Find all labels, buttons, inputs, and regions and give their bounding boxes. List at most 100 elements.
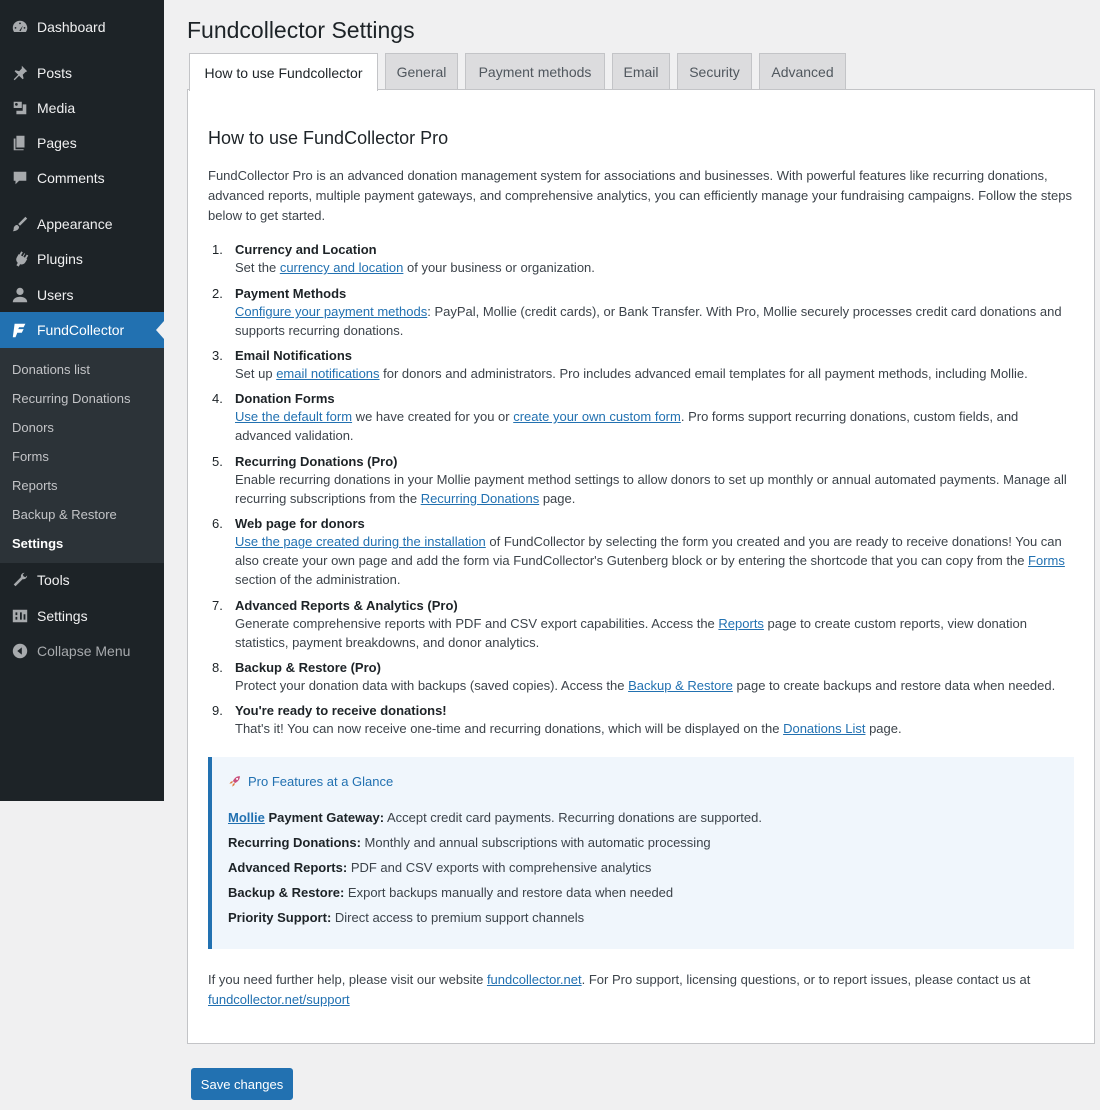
step-text: for donors and administrators. Pro inclu… [379,366,1028,381]
step-description: Configure your payment methods: PayPal, … [235,302,1075,340]
step-text: page. [539,491,576,506]
step-text: of your business or organization. [403,260,595,275]
menu-settings[interactable]: Settings [0,598,164,634]
submenu-recurring-donations[interactable]: Recurring Donations [0,384,164,412]
pro-feature-text: Direct access to premium support channel… [331,910,585,925]
help-footer-text: If you need further help, please visit o… [208,970,1076,1010]
step-text: That's it! You can now receive one-time … [235,721,784,736]
pro-feature-line: Backup & Restore: Export backups manuall… [228,885,673,900]
submenu-settings[interactable]: Settings [0,529,164,557]
support-link[interactable]: fundcollector.net/support [208,992,350,1007]
media-icon [10,98,30,118]
step-number: 5. [212,454,223,469]
step-description: Use the default form we have created for… [235,407,1075,445]
menu-label: Collapse Menu [37,643,131,659]
pro-feature-label: Advanced Reports: [228,860,348,875]
admin-sidebar: Dashboard Posts Media Pages Comments App… [0,0,164,801]
menu-comments[interactable]: Comments [0,160,164,196]
collapse-icon [10,641,30,661]
menu-label: Posts [37,65,73,81]
pro-feature-label: Payment Gateway: [264,810,385,825]
tab-how-to-use[interactable]: How to use Fundcollector [189,53,378,91]
custom-form-link[interactable]: create your own custom form [513,409,681,424]
save-changes-button[interactable]: Save changes [191,1068,293,1100]
mollie-link[interactable]: Mollie [228,810,265,825]
footer-text: . For Pro support, licensing questions, … [581,972,1031,987]
step-title: Recurring Donations (Pro) [235,454,398,469]
tab-payment-methods[interactable]: Payment methods [465,53,605,90]
menu-label: FundCollector [37,322,125,338]
step-number: 8. [212,660,223,675]
tab-security[interactable]: Security [677,53,752,90]
step-title: Email Notifications [235,348,353,363]
step-description: Protect your donation data with backups … [235,676,1075,695]
user-icon [10,285,30,305]
step-text: Enable recurring donations in your Molli… [235,472,1067,506]
payment-methods-link[interactable]: Configure your payment methods [235,304,427,319]
step-description: Enable recurring donations in your Molli… [235,470,1075,508]
submenu-forms[interactable]: Forms [0,442,164,470]
tab-general[interactable]: General [385,53,458,90]
step-text: Generate comprehensive reports with PDF … [235,616,719,631]
forms-link[interactable]: Forms [1028,553,1065,568]
menu-label: Appearance [37,216,113,232]
plugin-icon [10,249,30,269]
menu-plugins[interactable]: Plugins [0,241,164,277]
settings-icon [10,606,30,626]
email-notifications-link[interactable]: email notifications [276,366,379,381]
submenu-donations-list[interactable]: Donations list [0,355,164,383]
step-description: Set the currency and location of your bu… [235,258,1075,277]
comment-icon [10,168,30,188]
step-title: Currency and Location [235,242,377,257]
pro-feature-text: PDF and CSV exports with comprehensive a… [347,860,652,875]
step-title: Payment Methods [235,286,347,301]
installation-page-link[interactable]: Use the page created during the installa… [235,534,486,549]
step-text: section of the administration. [235,572,401,587]
website-link[interactable]: fundcollector.net [487,972,582,987]
step-text: we have created for you or [352,409,514,424]
backup-restore-link[interactable]: Backup & Restore [628,678,733,693]
tab-advanced[interactable]: Advanced [759,53,846,90]
pro-feature-label: Recurring Donations: [228,835,361,850]
pro-feature-line: Priority Support: Direct access to premi… [228,910,584,925]
menu-posts[interactable]: Posts [0,55,164,91]
menu-users[interactable]: Users [0,277,164,313]
intro-text: FundCollector Pro is an advanced donatio… [208,168,1073,223]
menu-media[interactable]: Media [0,90,164,126]
step-description: That's it! You can now receive one-time … [235,719,1075,738]
page-title: Fundcollector Settings [187,17,415,43]
menu-fundcollector[interactable]: FundCollector [0,312,164,348]
step-text: Set up [235,366,277,381]
step-text: Protect your donation data with backups … [235,678,629,693]
submenu-reports[interactable]: Reports [0,471,164,499]
submenu-backup-restore[interactable]: Backup & Restore [0,500,164,528]
menu-label: Settings [37,608,88,624]
step-number: 6. [212,516,223,531]
submenu-donors[interactable]: Donors [0,413,164,441]
step-number: 4. [212,391,223,406]
donations-list-link[interactable]: Donations List [783,721,865,736]
reports-link[interactable]: Reports [718,616,764,631]
tab-email[interactable]: Email [612,53,670,90]
menu-collapse[interactable]: Collapse Menu [0,633,164,669]
menu-appearance[interactable]: Appearance [0,206,164,242]
fundcollector-submenu: Donations list Recurring Donations Donor… [0,348,164,563]
pro-feature-text: Accept credit card payments. Recurring d… [384,810,762,825]
step-text: page to create backups and restore data … [732,678,1056,693]
menu-tools[interactable]: Tools [0,562,164,598]
step-description: Set up email notifications for donors an… [235,364,1075,383]
pro-feature-label: Priority Support: [228,910,332,925]
menu-dashboard[interactable]: Dashboard [0,9,164,45]
pro-features-box: Pro Features at a Glance Mollie Payment … [208,757,1074,949]
menu-label: Dashboard [37,19,106,35]
default-form-link[interactable]: Use the default form [235,409,352,424]
pro-feature-line: Advanced Reports: PDF and CSV exports wi… [228,860,651,875]
pro-feature-text: Export backups manually and restore data… [344,885,674,900]
menu-label: Plugins [37,251,83,267]
recurring-donations-link[interactable]: Recurring Donations [421,491,540,506]
menu-label: Pages [37,135,77,151]
menu-pages[interactable]: Pages [0,125,164,161]
section-title: How to use FundCollector Pro [208,128,449,148]
step-text: page. [865,721,902,736]
currency-location-link[interactable]: currency and location [280,260,404,275]
